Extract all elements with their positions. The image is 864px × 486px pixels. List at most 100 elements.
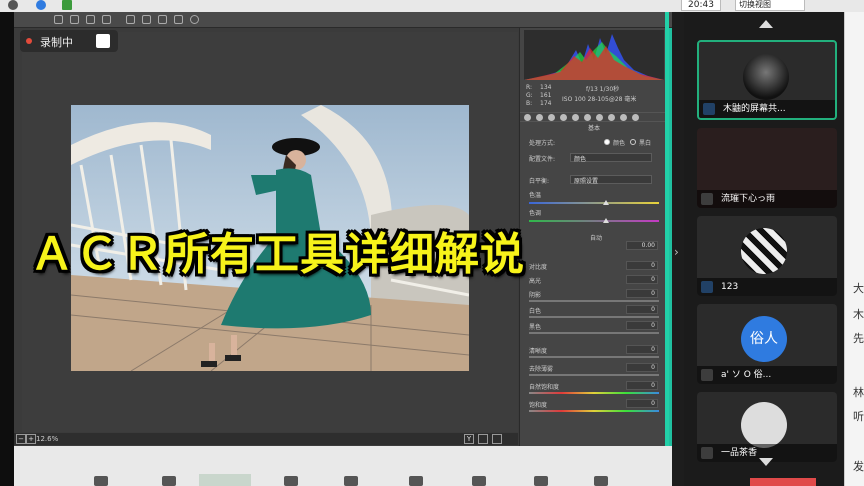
hsl-tab-icon[interactable] [560,114,567,121]
taskbar-icon-6[interactable] [472,476,486,486]
hand-tool-icon[interactable] [70,15,79,24]
collapse-arrow-icon[interactable]: › [674,245,679,259]
chat-fragment: 听 [853,410,864,423]
chat-fragment: 大 [853,282,864,295]
exif-bottom: ISO 100 28-105@28 毫米 [562,96,637,103]
taskbar-icon-2[interactable] [162,476,176,486]
dehaze-slider[interactable] [529,374,659,376]
share-border [665,12,669,482]
zoom-level: 12.6% [36,435,59,443]
participant-tile[interactable]: 123 [697,216,837,296]
taskbar-icon-4[interactable] [344,476,358,486]
avatar [741,402,787,448]
zoom-tool-icon[interactable] [54,15,63,24]
video-title: ＡＣＲ所有工具详细解说 [30,229,525,280]
chat-panel: 大 木 先 林 听 发 [844,12,864,486]
presets-tab-icon[interactable] [620,114,627,121]
chat-fragment: 先 [853,332,864,345]
bw-radio[interactable] [630,139,636,145]
participant-name: 123 [697,278,837,296]
info-icon[interactable] [8,0,18,10]
exposure-value[interactable]: 0.00 [626,241,658,250]
temp-slider[interactable] [529,202,659,204]
avatar [741,228,787,274]
status-bar: − + 12.6% Y [14,433,518,445]
participant-tile[interactable]: 流璀下心っ雨 [697,128,837,208]
r-label: R: [526,84,533,91]
temp-knob[interactable] [603,200,609,205]
chat-fragment: 林 [853,386,864,399]
saturation-slider[interactable] [529,410,659,412]
scroll-down-icon[interactable] [759,458,773,466]
temp-row: 色温 [529,192,542,199]
adjustments-panel: R: 134 G: 161 B: 174 f/13 1/30秒 ISO 100 … [519,28,668,448]
histogram [524,30,664,80]
scroll-up-icon[interactable] [759,20,773,28]
taskbar-icon-3[interactable] [284,476,298,486]
saturation-row: 饱和度 0 [520,399,668,410]
healing-tool-icon[interactable] [174,15,183,24]
recording-label: 录制中 [40,36,73,49]
taskbar [14,446,672,486]
histogram-graph [524,34,664,80]
clock: 20:43 [681,0,721,11]
straighten-tool-icon[interactable] [142,15,151,24]
participant-tile[interactable]: 木鼬的屏幕共... [697,40,837,120]
add-icon[interactable] [36,0,46,10]
basic-tab-icon[interactable] [524,114,531,121]
taskbar-icon-1[interactable] [94,476,108,486]
whites-slider[interactable] [529,316,659,318]
avatar [743,54,789,100]
panel-tabs [520,112,668,122]
chat-fragment: 木 [853,308,864,321]
participant-name: 木鼬的屏幕共... [699,100,835,118]
tint-knob[interactable] [603,218,609,223]
shadows-slider[interactable] [529,300,659,302]
brush-tool-icon[interactable] [158,15,167,24]
r-value: 134 [540,84,552,91]
taskbar-icon-5[interactable] [409,476,423,486]
active-app-tab[interactable] [199,474,251,486]
before-after-button[interactable] [478,434,488,444]
swap-button[interactable] [492,434,502,444]
zoom-out-button[interactable]: − [16,434,26,444]
participant-tile[interactable]: 一品茶香 [697,392,837,462]
auto-link[interactable]: 自动 [590,233,602,242]
screen: 20:43 切换视图 录制中 − + 12.6% Y R: 134 G: 161… [0,0,864,486]
snapshots-tab-icon[interactable] [632,114,639,121]
calibration-tab-icon[interactable] [608,114,615,121]
tint-slider[interactable] [529,220,659,222]
clarity-slider[interactable] [529,356,659,358]
stop-record-button[interactable] [96,34,110,48]
radial-filter-icon[interactable] [190,15,199,24]
vibrance-slider[interactable] [529,392,659,394]
vibrance-row: 自然饱和度 0 [520,381,668,392]
fx-tab-icon[interactable] [596,114,603,121]
end-meeting-button[interactable] [750,478,816,486]
blacks-row: 黑色 0 [520,321,668,332]
participant-tile[interactable]: 俗人 a' ソ O 俗... [697,304,837,384]
profile-row: 配置文件: 颜色 [520,153,668,164]
stats-icon[interactable] [62,0,72,10]
zoom-in-button[interactable]: + [26,434,36,444]
taskbar-icon-8[interactable] [594,476,608,486]
lens-tab-icon[interactable] [584,114,591,121]
switch-view-button[interactable]: 切换视图 [735,0,805,11]
detail-tab-icon[interactable] [548,114,555,121]
split-tone-tab-icon[interactable] [572,114,579,121]
view-toggle-button[interactable]: Y [464,434,474,444]
chat-fragment: 发 [853,460,864,473]
crop-tool-icon[interactable] [126,15,135,24]
dehaze-row: 去除薄雾 0 [520,363,668,374]
profile-dropdown[interactable]: 颜色 [570,153,652,163]
color-sampler-icon[interactable] [102,15,111,24]
blacks-slider[interactable] [529,332,659,334]
color-radio[interactable] [604,139,610,145]
wb-tool-icon[interactable] [86,15,95,24]
exif-top: f/13 1/30秒 [586,86,620,93]
taskbar-icon-7[interactable] [534,476,548,486]
tone-curve-tab-icon[interactable] [536,114,543,121]
wb-dropdown[interactable]: 原照设置 [570,175,652,185]
wb-row: 白平衡: 原照设置 [520,175,668,186]
clarity-row: 清晰度 0 [520,345,668,356]
